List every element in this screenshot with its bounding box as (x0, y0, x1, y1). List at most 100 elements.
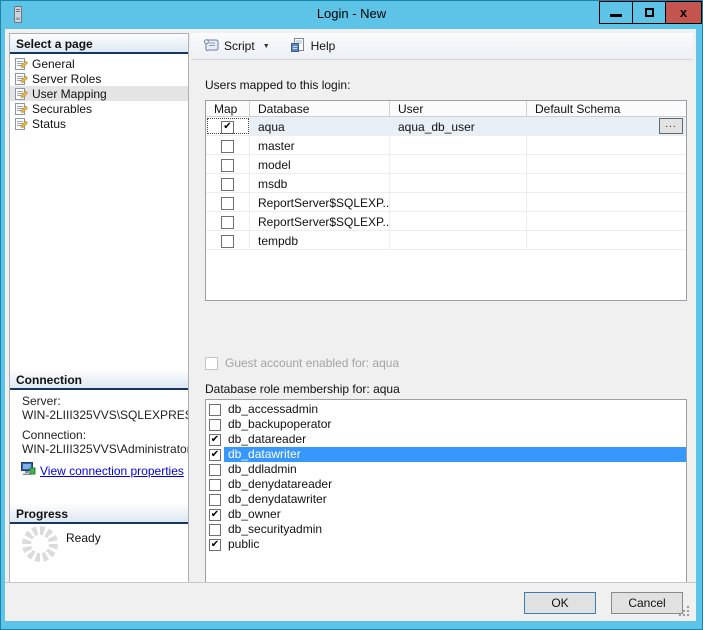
help-button[interactable]: Help (286, 35, 340, 58)
page-icon (15, 117, 28, 130)
column-header: Map (206, 101, 250, 116)
default-schema-cell (527, 174, 686, 192)
role-item[interactable]: db_securityadmin (206, 522, 686, 537)
role-checkbox[interactable]: ✔ (209, 539, 221, 551)
page-label: User Mapping (32, 87, 107, 101)
role-item[interactable]: ✔db_owner (206, 507, 686, 522)
user-cell (390, 174, 527, 192)
table-row[interactable]: ✔aquaaqua_db_user... (206, 117, 686, 136)
role-checkbox[interactable]: ✔ (209, 434, 221, 446)
ok-button[interactable]: OK (524, 592, 596, 614)
server-value: WIN-2LIII325VVS\SQLEXPRESS (22, 408, 189, 422)
database-cell: tempdb (250, 231, 390, 249)
role-name: db_securityadmin (224, 522, 686, 537)
role-checkbox[interactable] (209, 404, 221, 416)
table-row[interactable]: model (206, 155, 686, 174)
role-checkbox[interactable] (209, 524, 221, 536)
users-mapped-table: MapDatabaseUserDefault Schema ✔aquaaqua_… (205, 100, 687, 301)
role-name: db_datawriter (224, 447, 686, 462)
page-label: General (32, 57, 75, 71)
role-checkbox[interactable] (209, 494, 221, 506)
database-cell: msdb (250, 174, 390, 192)
role-name: db_owner (224, 507, 686, 522)
table-row[interactable]: master (206, 136, 686, 155)
map-checkbox[interactable]: ✔ (221, 121, 234, 134)
table-body: ✔aquaaqua_db_user...mastermodelmsdbRepor… (206, 117, 686, 250)
role-item[interactable]: db_denydatawriter (206, 492, 686, 507)
view-connection-properties-link[interactable]: View connection properties (40, 464, 184, 478)
login-new-dialog: Login - New x Select a page GeneralServe… (0, 0, 703, 630)
user-cell (390, 212, 527, 230)
user-mapping-page: Users mapped to this login: MapDatabaseU… (191, 60, 693, 584)
role-item[interactable]: ✔db_datawriter (206, 447, 686, 462)
guest-account-checkbox (205, 357, 218, 370)
footer: OK Cancel (5, 582, 696, 621)
connection-properties-icon (20, 462, 36, 479)
database-cell: model (250, 155, 390, 173)
role-membership-label: Database role membership for: aqua (205, 382, 400, 396)
user-cell (390, 155, 527, 173)
default-schema-cell (527, 212, 686, 230)
page-icon (15, 72, 28, 85)
role-checkbox[interactable] (209, 419, 221, 431)
help-icon (290, 37, 306, 56)
table-row[interactable]: tempdb (206, 231, 686, 250)
sidebar-page-item[interactable]: Server Roles (10, 71, 188, 86)
sidebar-page-item[interactable]: User Mapping (10, 86, 188, 101)
page-icon (15, 102, 28, 115)
role-item[interactable]: db_backupoperator (206, 417, 686, 432)
default-schema-cell: ... (527, 117, 686, 135)
sidebar-page-item[interactable]: General (10, 56, 188, 71)
role-checkbox[interactable]: ✔ (209, 449, 221, 461)
role-checkbox[interactable] (209, 479, 221, 491)
role-item[interactable]: db_ddladmin (206, 462, 686, 477)
role-item[interactable]: db_accessadmin (206, 402, 686, 417)
map-cell (206, 174, 250, 192)
window-title: Login - New (1, 1, 702, 29)
default-schema-cell (527, 136, 686, 154)
map-checkbox[interactable] (221, 235, 234, 248)
page-label: Status (32, 117, 66, 131)
sidebar-page-item[interactable]: Status (10, 116, 188, 131)
database-cell: master (250, 136, 390, 154)
role-checkbox[interactable] (209, 464, 221, 476)
server-label: Server: (22, 394, 61, 408)
user-cell (390, 136, 527, 154)
sidebar: Select a page GeneralServer RolesUser Ma… (9, 33, 189, 584)
default-schema-cell (527, 231, 686, 249)
role-item[interactable]: db_denydatareader (206, 477, 686, 492)
map-checkbox[interactable] (221, 159, 234, 172)
page-icon (15, 57, 28, 70)
progress-header: Progress (10, 504, 188, 524)
column-header: User (390, 101, 527, 116)
roles-list: db_accessadmindb_backupoperator✔db_datar… (205, 399, 687, 601)
table-row[interactable]: msdb (206, 174, 686, 193)
resize-grip[interactable] (678, 605, 690, 617)
map-checkbox[interactable] (221, 178, 234, 191)
connection-label: Connection: (22, 428, 86, 442)
table-row[interactable]: ReportServer$SQLEXP... (206, 193, 686, 212)
script-button[interactable]: Script ▼ (199, 35, 274, 58)
close-button[interactable]: x (665, 1, 702, 24)
role-item[interactable]: ✔db_datareader (206, 432, 686, 447)
map-checkbox[interactable] (221, 216, 234, 229)
minimize-button[interactable] (599, 1, 632, 24)
role-name: db_denydatawriter (224, 492, 686, 507)
role-checkbox[interactable]: ✔ (209, 509, 221, 521)
maximize-button[interactable] (632, 1, 665, 24)
sidebar-page-item[interactable]: Securables (10, 101, 188, 116)
help-label: Help (311, 39, 336, 53)
cancel-button[interactable]: Cancel (611, 592, 683, 614)
map-checkbox[interactable] (221, 197, 234, 210)
table-row[interactable]: ReportServer$SQLEXP... (206, 212, 686, 231)
main-panel: Script ▼ Help (191, 33, 693, 584)
script-dropdown-caret-icon[interactable]: ▼ (263, 43, 270, 50)
map-checkbox[interactable] (221, 140, 234, 153)
default-schema-browse-button[interactable]: ... (659, 118, 683, 134)
select-a-page-header: Select a page (10, 34, 188, 54)
map-cell (206, 231, 250, 249)
map-cell (206, 193, 250, 211)
role-name: db_denydatareader (224, 477, 686, 492)
role-item[interactable]: ✔public (206, 537, 686, 552)
progress-status: Ready (66, 531, 101, 545)
